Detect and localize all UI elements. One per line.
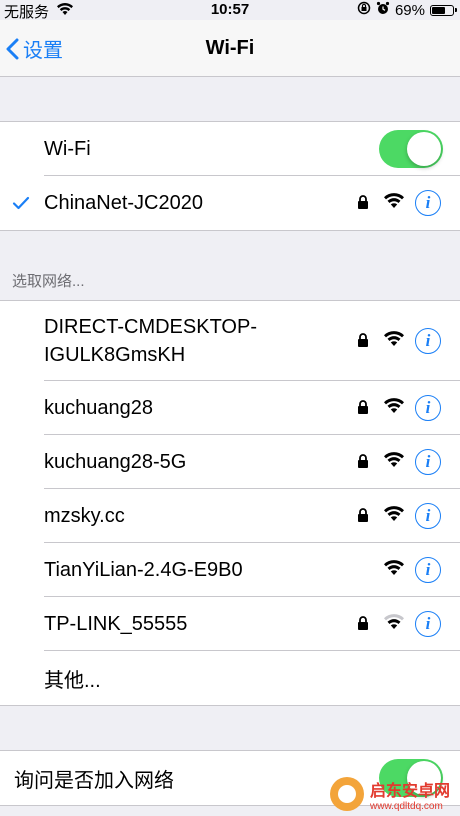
wifi-signal-icon (383, 397, 405, 419)
ask-join-label: 询问是否加入网络 (14, 769, 174, 792)
wifi-signal-icon (383, 192, 405, 214)
page-title: Wi-Fi (205, 37, 255, 59)
wifi-signal-icon (383, 451, 405, 473)
connected-network-row[interactable]: ChinaNet-JC2020 i (0, 176, 460, 230)
battery-percent: 69% (394, 1, 425, 19)
wifi-signal-weak-icon (383, 613, 405, 635)
status-right: 69% (357, 1, 457, 19)
wifi-signal-icon (383, 330, 405, 352)
watermark-name: 启东安卓网 (370, 782, 451, 800)
watermark: 启东安卓网 www.qdltdq.com (330, 772, 460, 816)
network-name: DIRECT-CMDESKTOP- IGULK8GmsKH (44, 316, 257, 366)
connected-network-name: ChinaNet-JC2020 (44, 191, 203, 214)
network-row[interactable]: mzsky.cc i (0, 489, 460, 543)
lock-icon (357, 400, 369, 420)
network-name: kuchuang28-5G (44, 450, 187, 473)
nav-bar: 设置 Wi-Fi (0, 20, 460, 77)
info-icon[interactable]: i (415, 395, 441, 421)
alarm-icon (376, 1, 390, 19)
lock-icon (357, 195, 369, 215)
lock-icon (357, 616, 369, 636)
lock-icon (357, 508, 369, 528)
network-row[interactable]: kuchuang28-5G i (0, 435, 460, 489)
lock-icon (357, 454, 369, 474)
status-bar: 无服务 10:57 69% (0, 0, 460, 21)
network-row[interactable]: DIRECT-CMDESKTOP- IGULK8GmsKH i (0, 301, 460, 381)
watermark-url: www.qdltdq.com (370, 800, 443, 812)
info-icon[interactable]: i (415, 449, 441, 475)
checkmark-icon (12, 176, 30, 230)
wifi-label: Wi-Fi (44, 137, 91, 160)
battery-icon (430, 4, 457, 16)
wifi-toggle[interactable] (379, 130, 443, 168)
network-row[interactable]: TP-LINK_55555 i (0, 597, 460, 651)
watermark-logo-icon (330, 777, 364, 811)
network-name: mzsky.cc (44, 504, 125, 527)
wifi-toggle-row: Wi-Fi (0, 122, 460, 176)
info-icon[interactable]: i (415, 557, 441, 583)
wifi-signal-icon (383, 505, 405, 527)
orientation-lock-icon (357, 1, 371, 19)
network-row[interactable]: TianYiLian-2.4G-E9B0 i (0, 543, 460, 597)
other-label: 其他... (44, 669, 101, 692)
section-header: 选取网络... (12, 273, 85, 290)
info-icon[interactable]: i (415, 328, 441, 354)
network-name: TP-LINK_55555 (44, 612, 188, 635)
network-list: DIRECT-CMDESKTOP- IGULK8GmsKH i kuchuang2… (0, 300, 460, 706)
wifi-group: Wi-Fi ChinaNet-JC2020 i (0, 121, 460, 231)
info-icon[interactable]: i (415, 190, 441, 216)
lock-icon (357, 333, 369, 353)
network-name: kuchuang28 (44, 396, 153, 419)
other-network-row[interactable]: 其他... (0, 651, 460, 705)
wifi-signal-icon (383, 559, 405, 581)
info-icon[interactable]: i (415, 611, 441, 637)
network-name: TianYiLian-2.4G-E9B0 (44, 558, 243, 581)
info-icon[interactable]: i (415, 503, 441, 529)
network-row[interactable]: kuchuang28 i (0, 381, 460, 435)
